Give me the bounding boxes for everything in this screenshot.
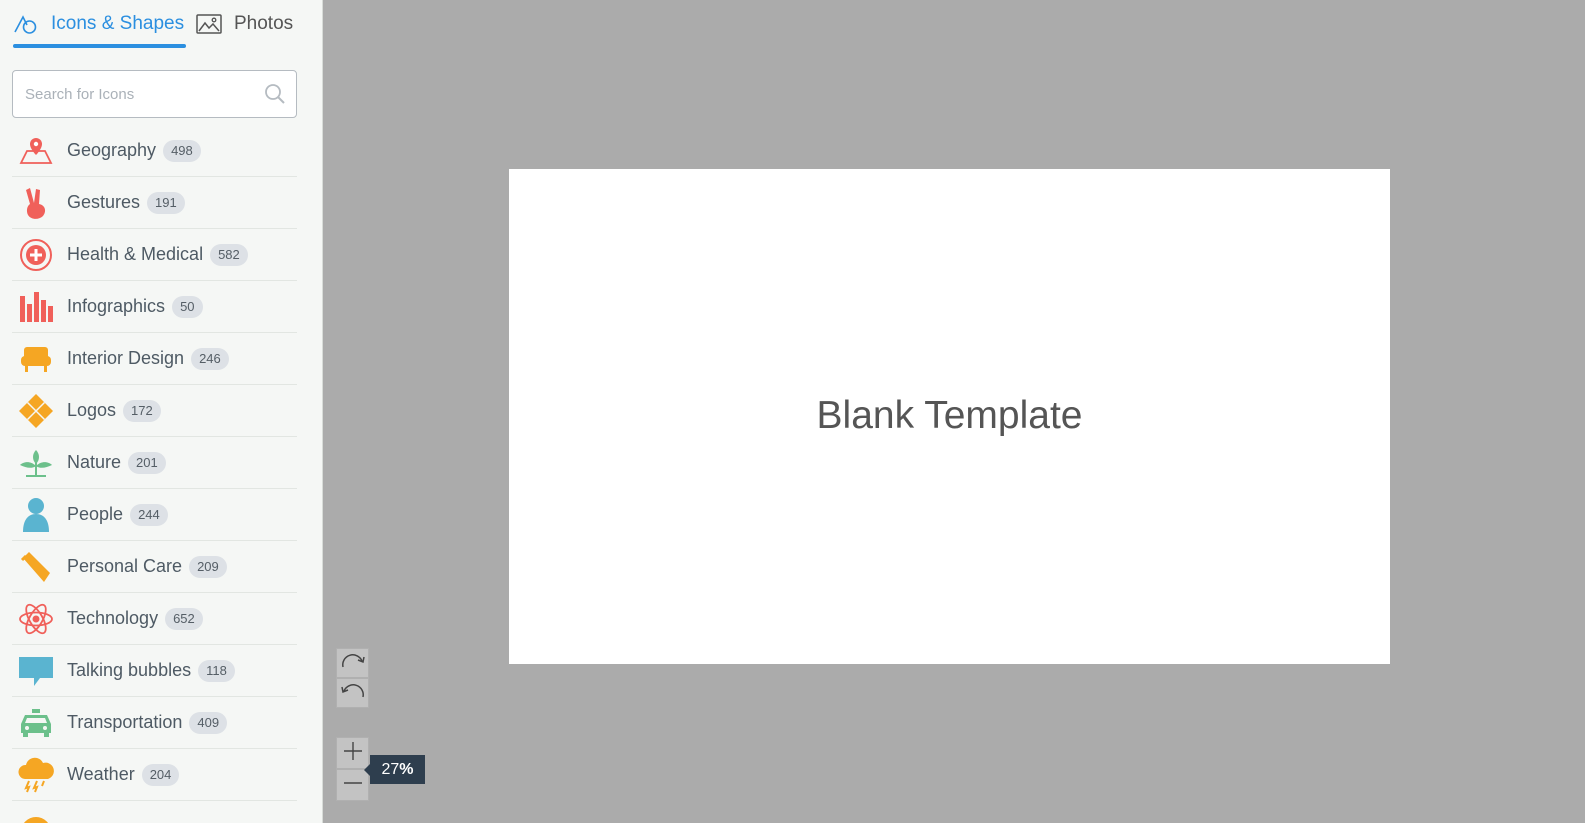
person-icon bbox=[16, 495, 56, 535]
slide-title[interactable]: Blank Template bbox=[817, 394, 1083, 438]
medical-cross-icon bbox=[16, 235, 56, 275]
category-count-badge: 498 bbox=[163, 139, 201, 162]
category-list: Geography 498 Gestures 191 Health & Medi… bbox=[12, 125, 297, 823]
category-gestures[interactable]: Gestures 191 bbox=[12, 177, 297, 229]
category-label: Infographics bbox=[67, 296, 166, 316]
search-input[interactable] bbox=[13, 71, 265, 117]
category-label: Nature bbox=[67, 452, 122, 472]
tube-icon bbox=[16, 547, 56, 587]
category-label: Personal Care bbox=[67, 556, 183, 576]
taxi-icon bbox=[16, 703, 56, 743]
search-box bbox=[12, 70, 297, 118]
zoom-level-indicator: 27% bbox=[364, 755, 425, 784]
category-count-badge: 209 bbox=[189, 555, 227, 578]
globe-icon bbox=[16, 807, 56, 823]
plus-icon bbox=[343, 741, 363, 766]
category-nature[interactable]: Nature 201 bbox=[12, 437, 297, 489]
category-geography[interactable]: Geography 498 bbox=[12, 125, 297, 177]
category-label: Gestures bbox=[67, 192, 141, 212]
category-count-badge: 244 bbox=[130, 503, 168, 526]
category-transportation[interactable]: Transportation 409 bbox=[12, 697, 297, 749]
undo-button[interactable] bbox=[336, 678, 369, 708]
zoom-value: 27 bbox=[381, 760, 400, 778]
tab-bar: Icons & Shapes Photos bbox=[0, 0, 322, 50]
category-label: Interior Design bbox=[67, 348, 185, 368]
minus-icon bbox=[343, 773, 363, 798]
category-label: Weather bbox=[67, 764, 135, 784]
armchair-icon bbox=[16, 339, 56, 379]
bar-chart-icon bbox=[16, 287, 56, 327]
category-count-badge: 172 bbox=[123, 399, 161, 422]
map-pin-icon bbox=[16, 131, 56, 171]
shapes-icon bbox=[13, 12, 39, 36]
category-count-badge: 582 bbox=[210, 243, 248, 266]
redo-icon bbox=[340, 652, 366, 675]
category-label: Logos bbox=[67, 400, 117, 420]
category-count-badge: 204 bbox=[141, 763, 180, 786]
photo-icon bbox=[196, 13, 222, 34]
category-count-badge: 201 bbox=[128, 451, 166, 474]
category-count-badge: 50 bbox=[172, 295, 203, 318]
category-label: Talking bubbles bbox=[67, 660, 192, 680]
category-label: People bbox=[67, 504, 124, 524]
category-infographics[interactable]: Infographics 50 bbox=[12, 281, 297, 333]
category-count-badge: 652 bbox=[165, 607, 203, 630]
undo-icon bbox=[340, 682, 366, 705]
category-label: Geography bbox=[67, 140, 157, 160]
tab-photos-label: Photos bbox=[234, 12, 294, 34]
category-health-medical[interactable]: Health & Medical 582 bbox=[12, 229, 297, 281]
category-label: Transportation bbox=[67, 712, 183, 732]
category-partial-next[interactable] bbox=[12, 801, 297, 823]
category-label: Health & Medical bbox=[67, 244, 204, 264]
category-talking-bubbles[interactable]: Talking bubbles 118 bbox=[12, 645, 297, 697]
category-count-badge: 118 bbox=[198, 659, 235, 682]
category-technology[interactable]: Technology 652 bbox=[12, 593, 297, 645]
search-icon[interactable] bbox=[264, 83, 286, 110]
storm-cloud-icon bbox=[16, 755, 56, 795]
category-interior-design[interactable]: Interior Design 246 bbox=[12, 333, 297, 385]
zoom-unit: % bbox=[399, 760, 414, 778]
tab-photos[interactable]: Photos bbox=[196, 0, 293, 47]
tab-icons-shapes-label: Icons & Shapes bbox=[51, 12, 185, 34]
canvas-area: Blank Template 27% bbox=[323, 0, 1585, 823]
category-logos[interactable]: Logos 172 bbox=[12, 385, 297, 437]
category-weather[interactable]: Weather 204 bbox=[12, 749, 297, 801]
speech-bubble-icon bbox=[16, 651, 56, 691]
category-count-badge: 191 bbox=[147, 191, 185, 214]
category-personal-care[interactable]: Personal Care 209 bbox=[12, 541, 297, 593]
active-tab-indicator bbox=[13, 44, 186, 48]
diamond-logo-icon bbox=[16, 391, 56, 431]
atom-icon bbox=[16, 599, 56, 639]
plant-icon bbox=[16, 443, 56, 483]
slide-canvas[interactable]: Blank Template bbox=[509, 169, 1390, 664]
tab-icons-shapes[interactable]: Icons & Shapes bbox=[13, 0, 184, 47]
redo-button[interactable] bbox=[336, 648, 369, 678]
peace-hand-icon bbox=[16, 183, 56, 223]
category-count-badge: 246 bbox=[191, 347, 229, 370]
category-people[interactable]: People 244 bbox=[12, 489, 297, 541]
category-label: Technology bbox=[67, 608, 159, 628]
left-sidebar: Icons & Shapes Photos Geography 498 bbox=[0, 0, 323, 823]
category-count-badge: 409 bbox=[189, 711, 228, 734]
